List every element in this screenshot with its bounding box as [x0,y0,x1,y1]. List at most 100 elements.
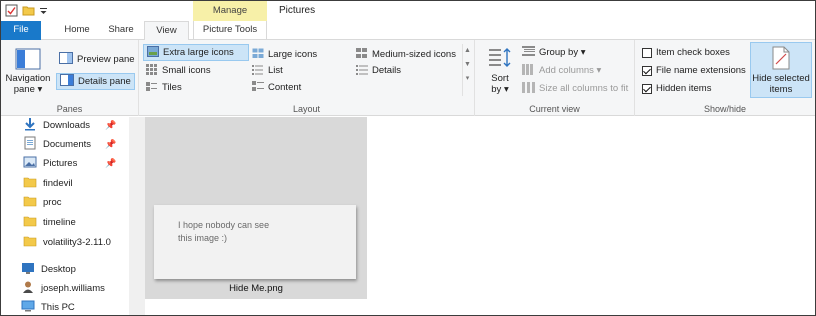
nav-item-label: Pictures [43,157,78,169]
tab-home[interactable]: Home [55,21,99,40]
sort-by-icon [488,46,512,73]
size-columns-icon [522,81,535,96]
details-button[interactable]: Details [353,62,404,79]
nav-item-label: findevil [43,177,73,189]
pin-icon: 📌 [105,120,117,130]
hidden-items-label: Hidden items [656,83,712,94]
list-label: List [268,65,283,76]
nav-item-timeline[interactable]: timeline [23,214,76,230]
current-view-group: Sort by ▾ Group by ▾ Add columns ▾ Size … [475,40,635,116]
nav-item-pictures[interactable]: Pictures [23,155,77,171]
details-pane-button[interactable]: Details pane [56,73,135,90]
small-icons-button[interactable]: Small icons [143,62,214,79]
layout-group: Extra large icons Small icons Tiles Larg… [139,40,475,116]
file-name-extensions-toggle[interactable]: File name extensions [639,62,749,79]
preview-pane-button[interactable]: Preview pane [56,51,138,68]
nav-item-findevil[interactable]: findevil [23,175,73,191]
content-label: Content [268,82,302,93]
user-icon [21,280,35,297]
hide-selected-label: Hide selected [752,73,810,84]
tiles-icon [146,81,158,95]
hidden-items-checkbox[interactable] [642,83,652,94]
hide-selected-items-icon [770,46,792,73]
navigation-pane: Downloads 📌 Documents 📌 Pictures 📌 finde… [1,117,129,315]
show-hide-group-label: Show/hide [703,104,747,114]
properties-icon[interactable] [5,4,18,17]
nav-item-label: volatility3-2.11.0 [43,236,111,248]
list-button[interactable]: List [249,62,286,79]
new-folder-icon[interactable] [22,4,35,17]
tab-file[interactable]: File [1,21,41,40]
nav-item-user[interactable]: joseph.williams [21,280,105,296]
nav-item-label: Downloads [43,119,90,131]
pictures-icon [23,155,37,172]
sort-by-button[interactable]: Sort by ▾ [483,44,517,98]
add-columns-label: Add columns ▾ [539,65,602,76]
file-item[interactable]: I hope nobody can see this image :) Hide… [145,117,367,299]
nav-item-volatility3[interactable]: volatility3-2.11.0 [23,234,111,250]
current-view-group-label: Current view [529,104,580,114]
extra-large-icons-button[interactable]: Extra large icons [143,44,249,61]
size-columns-label: Size all columns to fit [539,83,629,94]
scroll-up-icon[interactable]: ▲ [463,44,472,58]
details-pane-icon [60,74,74,89]
folder-icon [23,194,37,211]
folder-icon [23,234,37,251]
nav-item-label: Desktop [41,263,76,275]
tab-view[interactable]: View [144,21,189,41]
group-by-button[interactable]: Group by ▾ [519,44,588,61]
nav-item-proc[interactable]: proc [23,194,61,210]
nav-item-desktop[interactable]: Desktop [21,261,76,277]
navigation-pane-button[interactable]: Navigation pane ▾ [5,44,51,98]
panes-group-label: Panes [56,104,83,114]
layout-gallery-scroll[interactable]: ▲ ▼ ▾ [462,44,472,96]
tab-share[interactable]: Share [102,21,140,40]
hidden-items-toggle[interactable]: Hidden items [639,80,714,97]
show-hide-group: Item check boxes File name extensions Hi… [635,40,815,116]
nav-item-this-pc[interactable]: This PC [21,299,75,315]
navigation-pane-scrollbar[interactable] [129,117,145,315]
tiles-button[interactable]: Tiles [143,79,185,96]
download-arrow-icon [23,117,37,134]
gallery-more-icon[interactable]: ▾ [463,72,472,86]
size-columns-button[interactable]: Size all columns to fit [519,80,631,97]
nav-item-label: timeline [43,216,76,228]
details-label: Details [372,65,402,76]
item-check-boxes-checkbox[interactable] [642,47,652,58]
ribbon: Navigation pane ▾ Preview pane Details p… [1,40,815,116]
extra-large-icons-label: Extra large icons [163,47,234,58]
group-by-label: Group by ▾ [539,47,586,58]
hide-selected-label-2: items [769,84,793,95]
tiles-label: Tiles [162,82,182,93]
content-button[interactable]: Content [249,79,304,96]
scroll-down-icon[interactable]: ▼ [463,58,472,72]
add-columns-icon [522,63,535,78]
nav-item-label: joseph.williams [41,282,105,294]
customize-qat-icon[interactable] [39,4,48,17]
medium-icons-label: Medium-sized icons [372,49,456,60]
manage-context-tab[interactable]: Manage [193,1,267,21]
item-check-boxes-toggle[interactable]: Item check boxes [639,44,733,61]
add-columns-button[interactable]: Add columns ▾ [519,62,604,79]
tab-picture-tools[interactable]: Picture Tools [193,21,267,40]
file-view: I hope nobody can see this image :) Hide… [145,117,815,315]
quick-access-toolbar [5,4,48,17]
desktop-icon [21,261,35,278]
layout-group-label: Layout [292,104,321,114]
file-thumbnail: I hope nobody can see this image :) [154,205,356,279]
preview-pane-label: Preview pane [77,54,135,65]
hide-selected-items-button[interactable]: Hide selected items [750,42,812,98]
nav-item-downloads[interactable]: Downloads [23,117,90,133]
this-pc-icon [21,299,35,316]
thumbnail-text-line: this image :) [178,233,228,243]
pin-icon: 📌 [105,158,117,168]
file-name-extensions-label: File name extensions [656,65,746,76]
sort-by-label: Sort [491,73,509,84]
medium-icons-button[interactable]: Medium-sized icons [353,46,459,63]
large-icons-icon [252,48,264,62]
large-icons-button[interactable]: Large icons [249,46,320,63]
file-name-extensions-checkbox[interactable] [642,65,652,76]
nav-item-documents[interactable]: Documents [23,136,91,152]
details-icon [356,64,368,78]
explorer-window: Manage Pictures File Home Share View Pic… [0,0,816,316]
